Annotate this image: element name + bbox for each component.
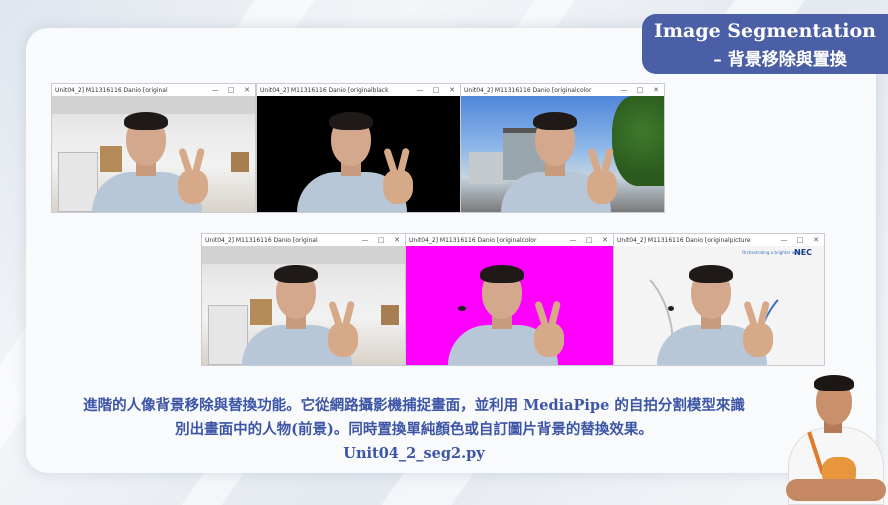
camera-view	[461, 96, 664, 212]
camera-view	[257, 96, 460, 212]
window-titlebar[interactable]: Unit04_2] M11316116 Danio [originalpictu…	[614, 234, 824, 246]
camera-window-original[interactable]: Unit04_2] M11316116 Danio [original — □ …	[51, 83, 256, 213]
close-icon[interactable]: ✕	[444, 86, 460, 94]
maximize-icon[interactable]: □	[428, 86, 444, 94]
person-figure	[287, 108, 417, 212]
window-title: Unit04_2] M11316116 Danio [originalcolor	[464, 86, 592, 94]
camera-window-originalpicture[interactable]: Unit04_2] M11316116 Danio [originalpictu…	[613, 233, 825, 366]
maximize-icon[interactable]: □	[373, 236, 389, 244]
minimize-icon[interactable]: —	[207, 86, 223, 94]
window-title: Unit04_2] M11316116 Danio [originalcolor	[409, 236, 537, 244]
minimize-icon[interactable]: —	[565, 236, 581, 244]
camera-view	[52, 96, 255, 212]
person-figure	[232, 261, 362, 365]
script-filename: Unit04_2_seg2.py	[343, 445, 485, 462]
camera-view	[406, 246, 613, 365]
slide-title: Image Segmentation	[654, 20, 876, 42]
minimize-icon[interactable]: —	[412, 86, 428, 94]
presenter-photo	[786, 352, 886, 505]
window-titlebar[interactable]: Unit04_2] M11316116 Danio [original — □ …	[202, 234, 405, 246]
close-icon[interactable]: ✕	[389, 236, 405, 244]
minimize-icon[interactable]: —	[357, 236, 373, 244]
person-figure	[438, 261, 568, 365]
window-title: Unit04_2] M11316116 Danio [originalpictu…	[617, 236, 751, 244]
minimize-icon[interactable]: —	[776, 236, 792, 244]
maximize-icon[interactable]: □	[792, 236, 808, 244]
slide-subtitle: – 背景移除與置換	[713, 50, 847, 70]
camera-window-original[interactable]: Unit04_2] M11316116 Danio [original — □ …	[201, 233, 406, 366]
close-icon[interactable]: ✕	[808, 236, 824, 244]
camera-window-originalcolor-magenta[interactable]: Unit04_2] M11316116 Danio [originalcolor…	[405, 233, 614, 366]
close-icon[interactable]: ✕	[648, 86, 664, 94]
maximize-icon[interactable]: □	[632, 86, 648, 94]
window-title: Unit04_2] M11316116 Danio [original	[55, 86, 168, 94]
boxes-shape	[381, 305, 399, 325]
person-figure	[82, 108, 212, 212]
maximize-icon[interactable]: □	[581, 236, 597, 244]
person-figure	[647, 261, 777, 365]
camera-view	[202, 246, 405, 365]
camera-view: Orchestrating a brighter world NEC	[614, 246, 824, 365]
camera-window-originalcolor[interactable]: Unit04_2] M11316116 Danio [originalcolor…	[460, 83, 665, 213]
window-titlebar[interactable]: Unit04_2] M11316116 Danio [originalcolor…	[406, 234, 613, 246]
window-title: Unit04_2] M11316116 Danio [originalblack	[260, 86, 389, 94]
boxes-shape	[231, 152, 249, 172]
caption-line: 別出畫面中的人物(前景)。同時置換單純顏色或自訂圖片背景的替換效果。	[175, 421, 653, 438]
minimize-icon[interactable]: —	[616, 86, 632, 94]
slide-caption: 進階的人像背景移除與替換功能。它從網路攝影機捕捉畫面，並利用 MediaPipe…	[40, 394, 788, 466]
close-icon[interactable]: ✕	[239, 86, 255, 94]
window-titlebar[interactable]: Unit04_2] M11316116 Danio [original — □ …	[52, 84, 255, 96]
window-title: Unit04_2] M11316116 Danio [original	[205, 236, 318, 244]
camera-window-originalblack[interactable]: Unit04_2] M11316116 Danio [originalblack…	[256, 83, 461, 213]
slide-title-badge: Image Segmentation – 背景移除與置換	[642, 14, 888, 74]
close-icon[interactable]: ✕	[597, 236, 613, 244]
maximize-icon[interactable]: □	[223, 86, 239, 94]
person-figure	[491, 108, 621, 212]
window-titlebar[interactable]: Unit04_2] M11316116 Danio [originalblack…	[257, 84, 460, 96]
window-titlebar[interactable]: Unit04_2] M11316116 Danio [originalcolor…	[461, 84, 664, 96]
caption-line: 進階的人像背景移除與替換功能。它從網路攝影機捕捉畫面，並利用 MediaPipe…	[83, 397, 745, 414]
nec-logo: NEC	[794, 248, 813, 257]
